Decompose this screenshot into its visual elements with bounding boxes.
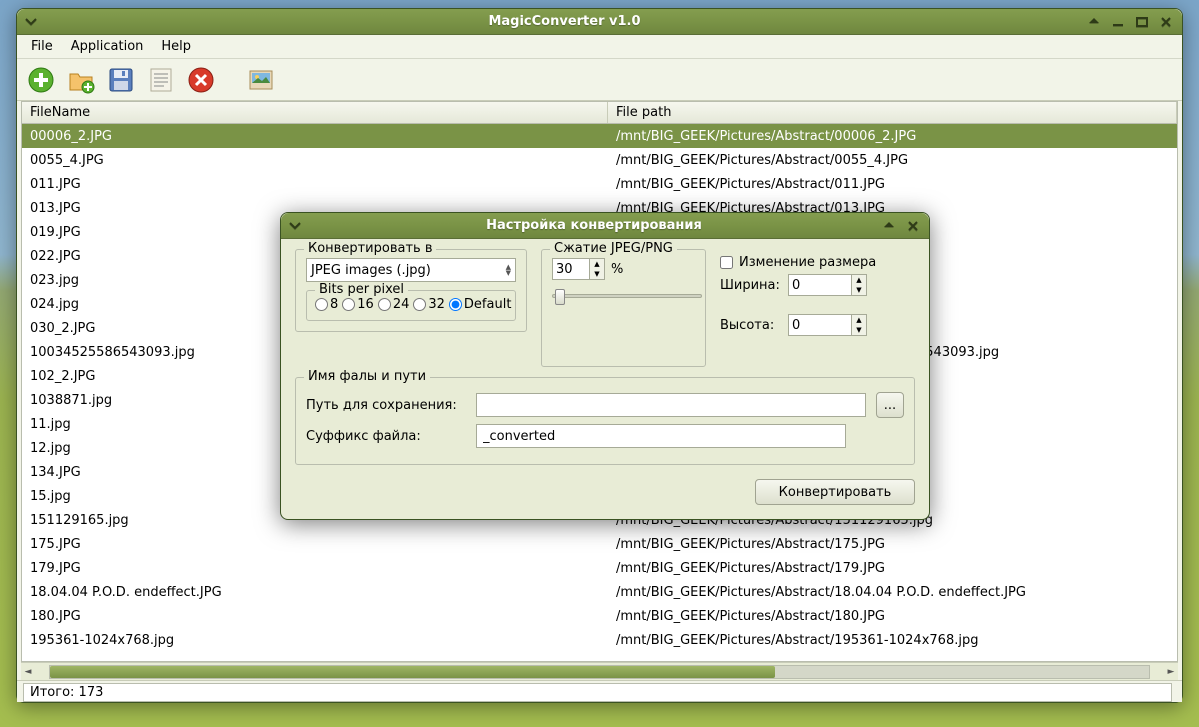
format-combobox[interactable]: JPEG images (.jpg) ▲▼ [306,258,516,282]
table-row[interactable]: 175.JPG/mnt/BIG_GEEK/Pictures/Abstract/1… [22,532,1177,556]
bits-default-radio[interactable]: Default [449,297,512,312]
cell-filename: 179.JPG [22,559,608,578]
cell-filename: 18.04.04 P.O.D. endeffect.JPG [22,583,608,602]
convert-button[interactable]: Конвертировать [755,479,915,505]
save-path-input[interactable] [476,393,866,417]
suffix-input[interactable] [476,424,846,448]
menu-help[interactable]: Help [153,37,199,56]
spin-up-icon[interactable]: ▲ [590,259,604,269]
spin-up-icon[interactable]: ▲ [852,315,866,325]
cell-filepath: /mnt/BIG_GEEK/Pictures/Abstract/179.JPG [608,559,1177,578]
bits-32-radio[interactable]: 32 [413,297,445,312]
paths-group: Имя фалы и пути Путь для сохранения: ...… [295,377,915,465]
cell-filepath: /mnt/BIG_GEEK/Pictures/Abstract/00006_2.… [608,127,1177,146]
table-header: FileName File path [22,102,1177,124]
cell-filename: 0055_4.JPG [22,151,608,170]
height-label: Высота: [720,318,782,333]
suffix-label: Суффикс файла: [306,429,466,444]
add-file-button[interactable] [25,64,57,96]
cell-filepath: /mnt/BIG_GEEK/Pictures/Abstract/18.04.04… [608,583,1177,602]
browse-button[interactable]: ... [876,392,904,418]
height-value[interactable] [788,314,852,336]
format-selected: JPEG images (.jpg) [311,263,431,278]
dialog-menu-icon[interactable] [285,217,305,235]
cell-filepath: /mnt/BIG_GEEK/Pictures/Abstract/0055_4.J… [608,151,1177,170]
width-label: Ширина: [720,278,782,293]
horizontal-scrollbar[interactable]: ◄ ► [21,662,1178,680]
dialog-body: Конвертировать в JPEG images (.jpg) ▲▼ B… [281,239,929,519]
save-path-label: Путь для сохранения: [306,398,466,413]
height-spinner[interactable]: ▲▼ [788,314,867,336]
spin-up-icon[interactable]: ▲ [852,275,866,285]
menu-file[interactable]: File [23,37,61,56]
compression-legend: Сжатие JPEG/PNG [550,241,677,256]
spin-down-icon[interactable]: ▼ [852,285,866,295]
cell-filepath: /mnt/BIG_GEEK/Pictures/Abstract/011.JPG [608,175,1177,194]
properties-button[interactable] [145,64,177,96]
cell-filename: 195361-1024x768.jpg [22,631,608,650]
table-row[interactable]: 195361-1024x768.jpg/mnt/BIG_GEEK/Picture… [22,628,1177,652]
cell-filepath: /mnt/BIG_GEEK/Pictures/Abstract/195361-1… [608,631,1177,650]
convert-image-button[interactable] [245,64,277,96]
cell-filename: 00006_2.JPG [22,127,608,146]
status-text: Итого: 173 [23,683,1172,702]
dialog-close-icon[interactable] [903,217,923,235]
compression-spinner[interactable]: ▲▼ [552,258,605,280]
minimize-icon[interactable] [1108,13,1128,31]
table-row[interactable]: 0055_4.JPG/mnt/BIG_GEEK/Pictures/Abstrac… [22,148,1177,172]
main-titlebar[interactable]: MagicConverter v1.0 [17,9,1182,35]
col-filepath[interactable]: File path [608,102,1177,123]
paths-legend: Имя фалы и пути [304,369,430,384]
cell-filepath: /mnt/BIG_GEEK/Pictures/Abstract/175.JPG [608,535,1177,554]
cell-filename: 011.JPG [22,175,608,194]
cell-filename: 180.JPG [22,607,608,626]
convert-settings-dialog: Настройка конвертирования Конвертировать… [280,212,930,520]
compression-group: Сжатие JPEG/PNG ▲▼ % [541,249,706,367]
bits-legend: Bits per pixel [315,282,408,297]
table-row[interactable]: 179.JPG/mnt/BIG_GEEK/Pictures/Abstract/1… [22,556,1177,580]
menu-application[interactable]: Application [63,37,152,56]
menubar: File Application Help [17,35,1182,59]
bits-24-radio[interactable]: 24 [378,297,410,312]
table-row[interactable]: 180.JPG/mnt/BIG_GEEK/Pictures/Abstract/1… [22,604,1177,628]
scroll-left-icon[interactable]: ◄ [21,665,35,679]
add-folder-button[interactable] [65,64,97,96]
toolbar [17,59,1182,101]
table-row[interactable]: 18.04.04 P.O.D. endeffect.JPG/mnt/BIG_GE… [22,580,1177,604]
convert-to-legend: Конвертировать в [304,241,436,256]
maximize-icon[interactable] [1132,13,1152,31]
spin-down-icon[interactable]: ▼ [852,325,866,335]
cell-filepath: /mnt/BIG_GEEK/Pictures/Abstract/180.JPG [608,607,1177,626]
bits-per-pixel-group: Bits per pixel 8 16 24 32 Default [306,290,516,321]
table-row[interactable]: 011.JPG/mnt/BIG_GEEK/Pictures/Abstract/0… [22,172,1177,196]
statusbar: Итого: 173 [17,680,1182,702]
keep-above-icon[interactable] [1084,13,1104,31]
scroll-thumb[interactable] [50,666,775,678]
convert-to-group: Конвертировать в JPEG images (.jpg) ▲▼ B… [295,249,527,332]
compression-slider[interactable] [552,294,702,298]
dialog-keep-above-icon[interactable] [879,217,899,235]
window-menu-icon[interactable] [21,13,41,31]
dialog-title: Настройка конвертирования [309,218,879,233]
col-filename[interactable]: FileName [22,102,608,123]
delete-button[interactable] [185,64,217,96]
spin-down-icon[interactable]: ▼ [590,269,604,279]
save-button[interactable] [105,64,137,96]
width-value[interactable] [788,274,852,296]
compression-value[interactable] [552,258,590,280]
scroll-right-icon[interactable]: ► [1164,665,1178,679]
bits-8-radio[interactable]: 8 [315,297,338,312]
window-title: MagicConverter v1.0 [45,14,1084,29]
bits-16-radio[interactable]: 16 [342,297,374,312]
percent-label: % [611,262,623,277]
resize-checkbox[interactable]: Изменение размера [720,255,915,270]
cell-filename: 175.JPG [22,535,608,554]
width-spinner[interactable]: ▲▼ [788,274,867,296]
dialog-titlebar[interactable]: Настройка конвертирования [281,213,929,239]
scroll-track[interactable] [49,665,1150,679]
close-icon[interactable] [1156,13,1176,31]
table-row[interactable]: 00006_2.JPG/mnt/BIG_GEEK/Pictures/Abstra… [22,124,1177,148]
slider-handle[interactable] [555,289,565,305]
combo-arrows-icon: ▲▼ [506,264,511,276]
